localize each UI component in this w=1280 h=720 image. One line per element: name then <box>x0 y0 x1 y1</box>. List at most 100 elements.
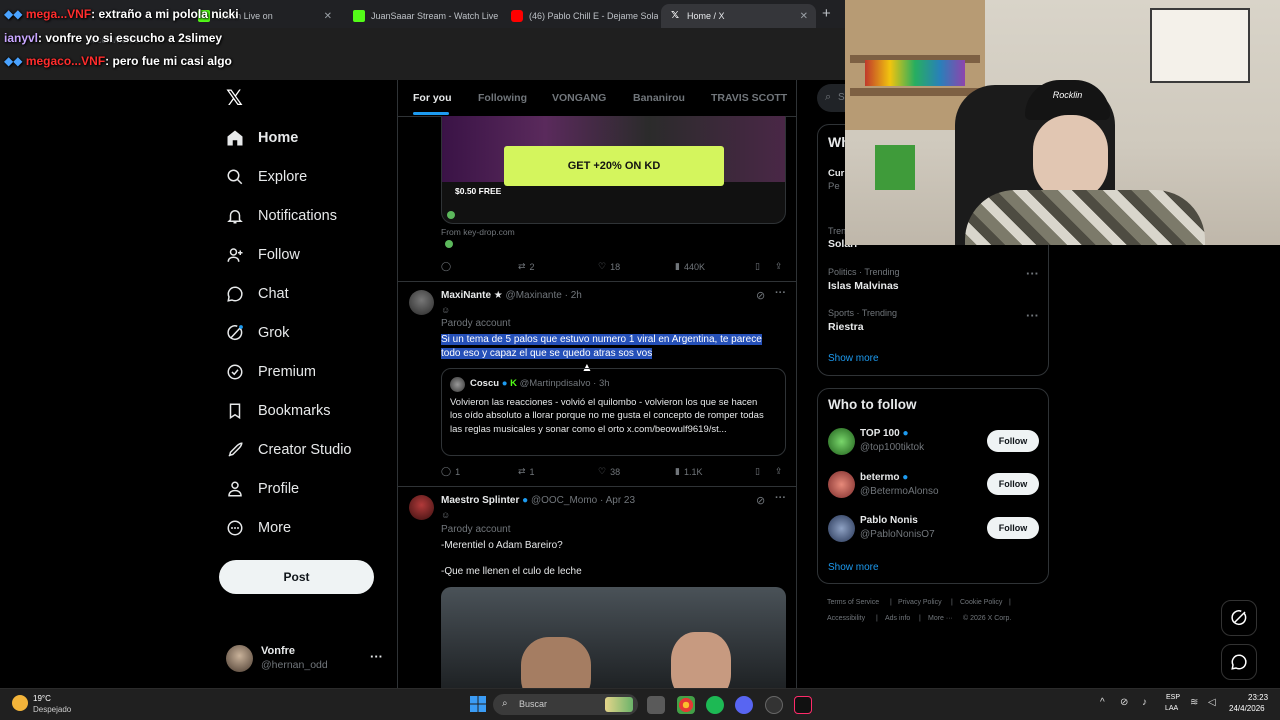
tab-for-you[interactable]: For you <box>413 92 452 104</box>
more-icon[interactable]: ··· <box>370 649 383 664</box>
grok-float-button[interactable] <box>1221 600 1257 636</box>
avatar[interactable] <box>409 290 434 315</box>
ad-cta-button[interactable]: GET +20% ON KD <box>504 146 724 186</box>
more-icon[interactable]: ··· <box>1026 266 1039 281</box>
footer-link[interactable]: Cookie Policy <box>960 599 1002 606</box>
browser-tab[interactable]: (46) Pablo Chill E - Dejame Sola ✕ <box>503 4 658 28</box>
author-name[interactable]: MaxiNante <box>441 290 491 301</box>
bookmark-button[interactable]: ▯ <box>755 261 760 272</box>
new-tab-button[interactable]: + <box>822 5 831 22</box>
tab-bananirou[interactable]: Bananirou <box>633 92 685 104</box>
x-logo-icon[interactable]: 𝕏 <box>226 88 246 110</box>
views-button[interactable]: ▮ 440K <box>675 261 705 272</box>
avatar[interactable] <box>409 495 434 520</box>
grok-action-icon[interactable]: ⊘ <box>756 289 765 302</box>
clock-date[interactable]: 24/4/2026 <box>1229 704 1265 713</box>
share-button[interactable]: ⇪ <box>775 466 783 477</box>
tab-vongang[interactable]: VONGANG <box>552 92 606 104</box>
repost-button[interactable]: ⇄ 1 <box>518 466 535 477</box>
views-button[interactable]: ▮ 1.1K <box>675 466 702 477</box>
grok-action-icon[interactable]: ⊘ <box>756 494 765 507</box>
weather-sun-icon[interactable] <box>12 695 28 711</box>
suggestion-name[interactable]: TOP 100 ● <box>860 428 909 439</box>
keyboard-layout[interactable]: LAA <box>1165 705 1178 712</box>
trend-title[interactable]: Islas Malvinas <box>828 280 899 292</box>
share-button[interactable]: ⇪ <box>775 261 783 272</box>
footer-link[interactable]: More ··· <box>928 615 953 622</box>
tweet-time[interactable]: · Apr 23 <box>600 495 635 506</box>
avatar[interactable] <box>828 471 855 498</box>
weather-desc[interactable]: Despejado <box>33 705 71 714</box>
trend-title[interactable]: Pe <box>828 181 840 192</box>
quote-tweet[interactable]: Coscu ● K @Martinpdisalvo · 3h Volvieron… <box>441 368 786 456</box>
spotify-icon[interactable] <box>706 696 724 714</box>
tiktok-icon[interactable] <box>794 696 812 714</box>
show-more-link[interactable]: Show more <box>828 562 879 573</box>
suggestion-name[interactable]: Pablo Nonis <box>860 515 918 526</box>
browser-tab[interactable]: JuanSaaar Stream - Watch Live ✕ <box>345 4 500 28</box>
taskbar-search[interactable]: ⌕ Buscar <box>493 694 638 715</box>
nav-premium[interactable]: Premium <box>226 363 316 381</box>
tweet-media-image[interactable] <box>441 587 786 688</box>
browser-tab-active[interactable]: 𝕏 Home / X ✕ <box>661 4 816 28</box>
messages-float-button[interactable] <box>1221 644 1257 680</box>
nav-bookmarks[interactable]: Bookmarks <box>226 402 331 420</box>
footer-link[interactable]: Accessibility <box>827 615 865 622</box>
follow-button[interactable]: Follow <box>987 517 1039 539</box>
mic-icon[interactable]: ♪ <box>1142 697 1147 708</box>
avatar[interactable] <box>828 515 855 542</box>
obs-icon[interactable] <box>765 696 783 714</box>
clock-time[interactable]: 23:23 <box>1248 693 1268 702</box>
ad-source[interactable]: From key-drop.com <box>441 227 515 237</box>
ad-card[interactable]: GET +20% ON KD $0.50 FREE <box>441 116 786 224</box>
follow-button[interactable]: Follow <box>987 473 1039 495</box>
close-tab-icon[interactable]: ✕ <box>324 11 332 22</box>
suggestion-name[interactable]: betermo ● <box>860 472 908 483</box>
nav-grok[interactable]: Grok <box>226 324 289 342</box>
follow-button[interactable]: Follow <box>987 430 1039 452</box>
bookmark-button[interactable]: ▯ <box>755 466 760 477</box>
post-button[interactable]: Post <box>219 560 374 594</box>
trend-title[interactable]: Riestra <box>828 321 864 333</box>
account-switcher[interactable]: Vonfre @hernan_odd ··· <box>226 645 396 673</box>
author-handle[interactable]: @Maxinante <box>506 290 562 301</box>
chrome-icon[interactable] <box>677 696 695 714</box>
more-icon[interactable]: ··· <box>775 287 786 299</box>
footer-link[interactable]: Terms of Service <box>827 599 879 606</box>
footer-link[interactable]: Ads info <box>885 615 910 622</box>
wifi-icon[interactable]: ≋ <box>1190 697 1198 708</box>
footer-link[interactable]: Privacy Policy <box>898 599 942 606</box>
volume-icon[interactable]: ◁ <box>1208 697 1216 708</box>
discord-icon[interactable] <box>735 696 753 714</box>
nav-chat[interactable]: Chat <box>226 285 289 303</box>
like-button[interactable]: ♡ 18 <box>598 261 620 272</box>
nav-follow[interactable]: Follow <box>226 246 300 264</box>
repost-button[interactable]: ⇄ 2 <box>518 261 535 272</box>
tab-travis-scott[interactable]: TRAVIS SCOTT <box>711 92 787 104</box>
author-name[interactable]: Maestro Splinter <box>441 495 519 506</box>
close-tab-icon[interactable]: ✕ <box>800 11 808 22</box>
nav-profile[interactable]: Profile <box>226 480 299 498</box>
show-more-link[interactable]: Show more <box>828 353 879 364</box>
tab-following[interactable]: Following <box>478 92 527 104</box>
trend-category[interactable]: Cur <box>828 168 844 179</box>
more-icon[interactable]: ··· <box>1026 308 1039 323</box>
network-icon[interactable]: ⊘ <box>1120 697 1128 708</box>
author-handle[interactable]: @OOC_Momo <box>531 495 597 506</box>
reply-button[interactable]: ◯ 1 <box>441 466 460 477</box>
more-icon[interactable]: ··· <box>775 492 786 504</box>
nav-creator-studio[interactable]: Creator Studio <box>226 441 352 459</box>
language-code[interactable]: ESP <box>1166 694 1180 701</box>
avatar[interactable] <box>828 428 855 455</box>
weather-temp[interactable]: 19°C <box>33 694 51 703</box>
nav-explore[interactable]: Explore <box>226 168 307 186</box>
nav-notifications[interactable]: Notifications <box>226 207 337 225</box>
windows-start-icon[interactable] <box>470 696 486 712</box>
like-button[interactable]: ♡ 38 <box>598 466 620 477</box>
task-view-icon[interactable] <box>647 696 665 714</box>
search-input[interactable]: ⌕ S <box>817 84 847 112</box>
tweet-time[interactable]: · 2h <box>565 290 582 301</box>
reply-button[interactable]: ◯ <box>441 261 455 272</box>
nav-home[interactable]: Home <box>226 129 298 147</box>
nav-more[interactable]: More <box>226 519 291 537</box>
